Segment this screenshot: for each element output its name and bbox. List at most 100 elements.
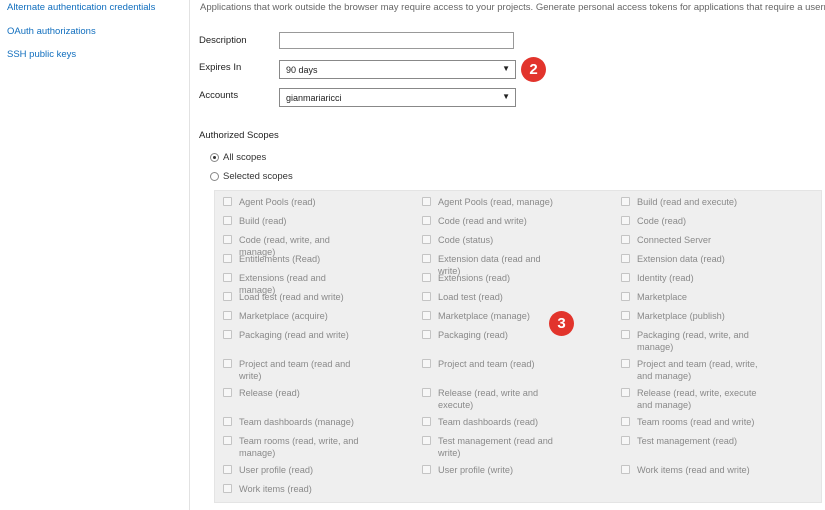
scope-checkbox[interactable] [223, 484, 232, 493]
scope-checkbox[interactable] [422, 417, 431, 426]
scope-checkbox-item[interactable]: Work items (read and write) [621, 464, 759, 476]
scope-checkbox[interactable] [621, 273, 630, 282]
scope-checkbox[interactable] [223, 273, 232, 282]
scope-checkbox-item[interactable]: Agent Pools (read, manage) [422, 196, 560, 208]
expires-value: 90 days [286, 65, 318, 75]
scope-checkbox-item[interactable]: Project and team (read and write) [223, 358, 361, 382]
scope-checkbox[interactable] [422, 197, 431, 206]
scope-checkbox[interactable] [422, 311, 431, 320]
scope-checkbox[interactable] [621, 417, 630, 426]
scope-checkbox[interactable] [223, 417, 232, 426]
scope-checkbox[interactable] [621, 216, 630, 225]
sidebar-link-oauth-authorizations[interactable]: OAuth authorizations [7, 26, 96, 37]
scope-checkbox[interactable] [422, 436, 431, 445]
scope-checkbox-item[interactable]: Release (read, write, execute and manage… [621, 387, 759, 411]
scope-checkbox[interactable] [621, 292, 630, 301]
scope-checkbox-item[interactable]: Entitlements (Read) [223, 253, 361, 265]
scope-checkbox-item[interactable]: Extensions (read) [422, 272, 560, 284]
scope-checkbox[interactable] [422, 216, 431, 225]
description-input[interactable] [279, 32, 514, 49]
radio-all-scopes[interactable]: All scopes [210, 152, 266, 163]
scope-checkbox-item[interactable]: Code (read and write) [422, 215, 560, 227]
scope-checkbox-item[interactable]: Release (read) [223, 387, 361, 399]
scope-checkbox[interactable] [223, 388, 232, 397]
scope-checkbox[interactable] [422, 359, 431, 368]
scope-checkbox[interactable] [422, 465, 431, 474]
scope-checkbox-item[interactable]: Team rooms (read and write) [621, 416, 759, 428]
scope-checkbox-item[interactable]: Connected Server [621, 234, 759, 246]
scope-checkbox[interactable] [223, 197, 232, 206]
scope-checkbox-item[interactable]: Load test (read and write) [223, 291, 361, 303]
scope-checkbox-item[interactable]: Code (read) [621, 215, 759, 227]
scope-checkbox[interactable] [422, 292, 431, 301]
scope-checkbox-item[interactable]: Marketplace (acquire) [223, 310, 361, 322]
scope-checkbox-item[interactable]: Marketplace (publish) [621, 310, 759, 322]
scope-checkbox[interactable] [223, 254, 232, 263]
scope-checkbox[interactable] [223, 235, 232, 244]
scope-checkbox[interactable] [621, 359, 630, 368]
scope-checkbox[interactable] [223, 436, 232, 445]
scope-label: Project and team (read and write) [239, 359, 351, 381]
scope-checkbox-item[interactable]: Marketplace (manage) [422, 310, 560, 322]
scope-checkbox[interactable] [621, 330, 630, 339]
scope-checkbox[interactable] [422, 273, 431, 282]
scope-checkbox[interactable] [223, 465, 232, 474]
scope-checkbox[interactable] [223, 311, 232, 320]
radio-selected-scopes-indicator[interactable] [210, 172, 219, 181]
scope-checkbox-item[interactable]: Release (read, write and execute) [422, 387, 560, 411]
accounts-select[interactable]: gianmariaricci ▼ [279, 88, 516, 107]
scope-checkbox-item[interactable]: Team dashboards (manage) [223, 416, 361, 428]
scope-checkbox-item[interactable]: Project and team (read) [422, 358, 560, 370]
scope-checkbox-item[interactable]: Build (read and execute) [621, 196, 759, 208]
scope-label: Test management (read) [637, 436, 738, 446]
scope-checkbox-item[interactable]: Packaging (read and write) [223, 329, 361, 341]
radio-selected-scopes[interactable]: Selected scopes [210, 171, 293, 182]
scope-checkbox-item[interactable]: Team rooms (read, write, and manage) [223, 435, 361, 459]
scope-checkbox-item[interactable]: Test management (read) [621, 435, 759, 447]
scope-checkbox[interactable] [621, 197, 630, 206]
radio-all-scopes-indicator[interactable] [210, 153, 219, 162]
sidebar-link-ssh-public-keys[interactable]: SSH public keys [7, 49, 76, 60]
scope-checkbox[interactable] [621, 311, 630, 320]
sidebar-link-alternate-credentials[interactable]: Alternate authentication credentials [7, 2, 155, 13]
scope-checkbox-item[interactable]: Agent Pools (read) [223, 196, 361, 208]
scope-checkbox[interactable] [422, 330, 431, 339]
scope-checkbox-item[interactable]: Team dashboards (read) [422, 416, 560, 428]
scope-checkbox[interactable] [422, 388, 431, 397]
scope-checkbox[interactable] [422, 235, 431, 244]
scope-checkbox-item[interactable]: Packaging (read) [422, 329, 560, 341]
scope-checkbox-item[interactable]: Test management (read and write) [422, 435, 560, 459]
scope-label: Packaging (read and write) [239, 330, 349, 340]
scope-checkbox-item[interactable]: Identity (read) [621, 272, 759, 284]
expires-select[interactable]: 90 days ▼ [279, 60, 516, 79]
scope-label: Test management (read and write) [438, 436, 553, 458]
scope-checkbox[interactable] [223, 292, 232, 301]
scope-label: Work items (read and write) [637, 465, 750, 475]
scope-label: Marketplace (manage) [438, 311, 530, 321]
radio-all-scopes-label: All scopes [223, 152, 267, 163]
scope-label: Marketplace (publish) [637, 311, 725, 321]
scope-checkbox-item[interactable]: User profile (read) [223, 464, 361, 476]
scope-checkbox-item[interactable]: Packaging (read, write, and manage) [621, 329, 759, 353]
scope-checkbox[interactable] [223, 330, 232, 339]
scope-checkbox-item[interactable]: Build (read) [223, 215, 361, 227]
scope-checkbox[interactable] [223, 216, 232, 225]
scope-checkbox[interactable] [621, 235, 630, 244]
scope-checkbox-item[interactable]: Work items (read) [223, 483, 361, 495]
scope-checkbox[interactable] [422, 254, 431, 263]
scope-checkbox-item[interactable]: Extension data (read) [621, 253, 759, 265]
chevron-down-icon: ▼ [502, 92, 510, 101]
scope-checkbox-item[interactable]: Project and team (read, write, and manag… [621, 358, 759, 382]
scope-label: Project and team (read) [438, 359, 535, 369]
scope-checkbox-item[interactable]: Code (status) [422, 234, 560, 246]
scope-label: Build (read) [239, 216, 287, 226]
scope-checkbox-item[interactable]: Marketplace [621, 291, 759, 303]
scope-checkbox[interactable] [621, 254, 630, 263]
scope-checkbox[interactable] [223, 359, 232, 368]
scope-checkbox[interactable] [621, 436, 630, 445]
scope-label: Release (read) [239, 388, 300, 398]
scope-checkbox-item[interactable]: User profile (write) [422, 464, 560, 476]
scope-checkbox[interactable] [621, 465, 630, 474]
scope-checkbox[interactable] [621, 388, 630, 397]
scope-checkbox-item[interactable]: Load test (read) [422, 291, 560, 303]
